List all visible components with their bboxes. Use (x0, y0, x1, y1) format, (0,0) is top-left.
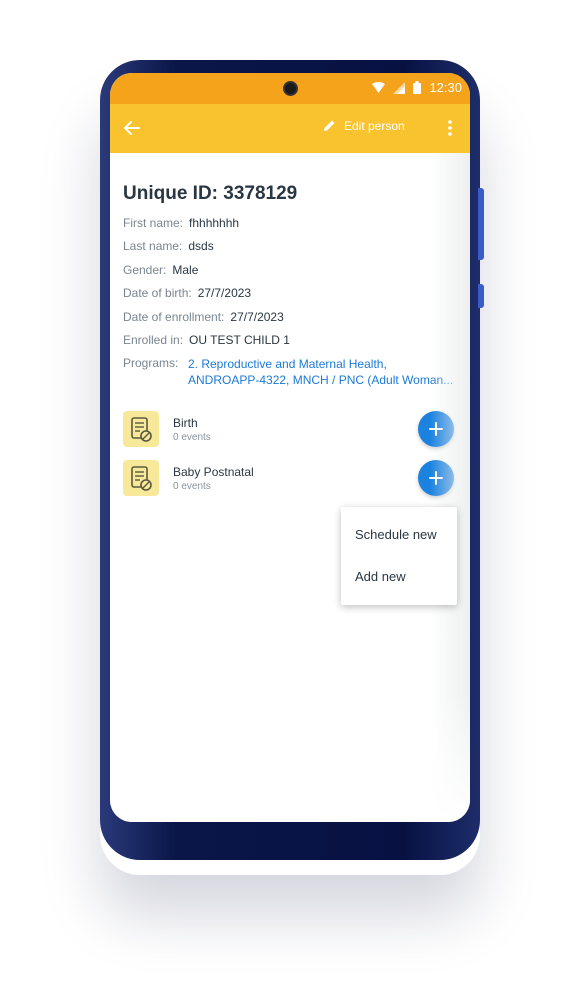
camera-icon (283, 81, 298, 96)
app-toolbar: Edit person (110, 104, 470, 153)
power-button (478, 284, 484, 308)
signal-icon (393, 81, 406, 94)
wifi-icon (372, 81, 386, 93)
field-label: Date of birth: (123, 286, 192, 300)
plus-icon (429, 422, 443, 436)
battery-icon (413, 81, 422, 94)
field-value: Male (172, 263, 199, 277)
field-label: Enrolled in: (123, 333, 184, 347)
edit-person-button[interactable]: Edit person (322, 119, 405, 133)
add-event-button[interactable] (418, 460, 454, 496)
status-bar: 12:30 (110, 73, 470, 104)
stage-event-count: 0 events (173, 481, 211, 492)
field-value: dsds (188, 239, 214, 253)
pencil-icon (324, 120, 335, 131)
bottom-fade (110, 693, 470, 822)
field-value: 27/7/2023 (230, 310, 284, 324)
programs-line-2: ANDROAPP-4322, MNCH / PNC (Adult Woman..… (188, 373, 454, 387)
clock-time: 12:30 (429, 80, 462, 95)
programs-label: Programs: (123, 356, 179, 370)
field-value: fhhhhhhh (189, 216, 240, 230)
field-value: 27/7/2023 (197, 286, 252, 300)
stage-event-count: 0 events (173, 432, 211, 443)
add-event-button[interactable] (418, 411, 454, 447)
programs-line-1: 2. Reproductive and Maternal Health, (188, 357, 387, 371)
more-vert-icon[interactable] (444, 118, 456, 138)
volume-button (478, 188, 484, 260)
add-new-menu-item[interactable]: Add new (355, 569, 406, 584)
add-event-popup-menu: Schedule new Add new (341, 507, 457, 605)
field-value: OU TEST CHILD 1 (189, 333, 290, 347)
field-label: First name: (123, 216, 184, 230)
status-icons: 12:30 (372, 80, 462, 95)
plus-icon (429, 471, 443, 485)
field-label: Date of enrollment: (123, 310, 225, 324)
date-of-enrollment-field: Date of enrollment: 27/7/2023 (123, 310, 284, 324)
document-icon (123, 411, 159, 447)
stage-name: Baby Postnatal (173, 465, 254, 479)
date-of-birth-field: Date of birth: 27/7/2023 (123, 286, 251, 300)
unique-id-title: Unique ID: 3378129 (123, 183, 298, 204)
programs-value[interactable]: 2. Reproductive and Maternal Health, AND… (188, 356, 456, 388)
arrow-left-icon[interactable] (122, 118, 142, 138)
schedule-new-menu-item[interactable]: Schedule new (355, 527, 437, 542)
first-name-field: First name: fhhhhhhh (123, 216, 239, 230)
document-icon (123, 460, 159, 496)
field-label: Last name: (123, 239, 183, 253)
enrolled-in-field: Enrolled in: OU TEST CHILD 1 (123, 333, 290, 347)
field-label: Gender: (123, 263, 167, 277)
edit-person-label: Edit person (344, 119, 405, 133)
gender-field: Gender: Male (123, 263, 198, 277)
last-name-field: Last name: dsds (123, 239, 214, 253)
stage-name: Birth (173, 416, 198, 430)
stage-row-baby-postnatal[interactable]: Baby Postnatal 0 events (123, 460, 457, 496)
stage-row-birth[interactable]: Birth 0 events (123, 411, 457, 447)
phone-screen: 12:30 Edit person Unique ID: 3378129 Fir… (110, 73, 470, 822)
